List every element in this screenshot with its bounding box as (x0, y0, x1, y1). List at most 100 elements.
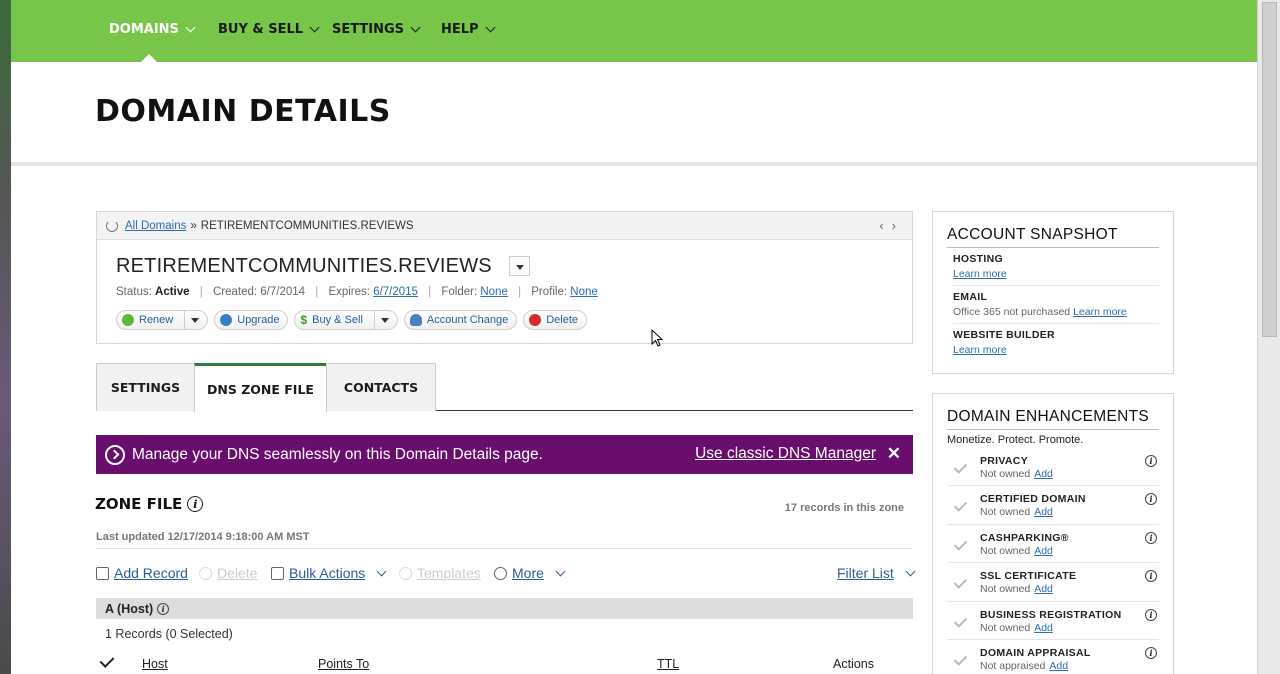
domain-enhancements-panel: DOMAIN ENHANCEMENTS Monetize. Protect. P… (932, 393, 1174, 674)
divider (96, 548, 913, 549)
classic-dns-manager-link[interactable]: Use classic DNS Manager (695, 445, 876, 463)
tab-dns-zone-file[interactable]: DNS ZONE FILE (194, 363, 327, 412)
upgrade-button[interactable]: Upgrade (214, 310, 289, 330)
scrollbar-thumb[interactable] (1262, 2, 1277, 337)
domain-enhancements-title: DOMAIN ENHANCEMENTS (947, 408, 1159, 430)
user-icon (409, 314, 422, 326)
status-value: Active (155, 286, 190, 298)
certified-domain-add-link[interactable]: Add (1034, 506, 1053, 518)
domain-name: RETIREMENTCOMMUNITIES.REVIEWS (116, 255, 492, 277)
enhancements-subtitle: Monetize. Protect. Promote. (947, 434, 1084, 446)
chevron-down-icon (185, 22, 196, 33)
delete-records-button[interactable]: Delete (199, 565, 257, 581)
filter-list-button[interactable]: Filter List (837, 565, 916, 581)
snapshot-website-builder: WEBSITE BUILDER Learn more (953, 329, 1055, 356)
select-all-check-icon[interactable] (99, 653, 115, 668)
records-selected: 1 Records (0 Selected) (105, 627, 233, 641)
records-count: 17 records in this zone (784, 502, 904, 514)
ssl-certificate-add-link[interactable]: Add (1034, 583, 1053, 595)
breadcrumb: All Domains » RETIREMENTCOMMUNITIES.REVI… (97, 212, 912, 240)
enhancement-privacy: PRIVACY Not owned Add i (947, 448, 1159, 487)
breadcrumb-all-domains[interactable]: All Domains (125, 220, 186, 232)
nav-buy-sell[interactable]: BUY & SELL (218, 22, 320, 37)
created-date: 6/7/2014 (260, 286, 306, 298)
more-button[interactable]: More (494, 565, 566, 581)
domain-actions: Renew Upgrade $ Buy & Sell Account Chang… (116, 310, 588, 330)
dollar-icon: $ (300, 313, 308, 327)
dns-info-banner: Manage your DNS seamlessly on this Domai… (96, 435, 913, 474)
account-change-button[interactable]: Account Change (403, 310, 518, 330)
add-record-button[interactable]: Add Record (96, 565, 188, 581)
check-icon (953, 537, 968, 551)
info-icon[interactable]: i (187, 496, 204, 512)
info-icon[interactable]: i (1145, 646, 1157, 659)
last-updated: Last updated 12/17/2014 9:18:00 AM MST (96, 531, 310, 543)
banner-message: Manage your DNS seamlessly on this Domai… (132, 445, 543, 463)
chevron-down-icon (905, 566, 916, 576)
desktop-background-strip (0, 0, 11, 674)
delete-icon (199, 566, 212, 580)
enhancement-certified-domain: CERTIFIED DOMAIN Not owned Add i (947, 486, 1159, 525)
renew-button[interactable]: Renew (116, 310, 209, 330)
business-registration-add-link[interactable]: Add (1034, 622, 1053, 634)
enhancement-cashparking: CASHPARKING® Not owned Add i (947, 525, 1159, 564)
info-icon[interactable]: i (1145, 570, 1157, 583)
check-icon (953, 652, 968, 666)
domain-appraisal-add-link[interactable]: Add (1049, 660, 1068, 672)
check-icon (953, 498, 968, 513)
website-builder-learn-more-link[interactable]: Learn more (953, 344, 1007, 356)
info-icon[interactable]: i (157, 602, 170, 615)
snapshot-email: EMAIL Office 365 not purchased Learn mor… (953, 286, 1159, 324)
info-icon[interactable]: i (1145, 455, 1157, 467)
domain-dropdown-button[interactable] (509, 256, 530, 276)
column-ttl[interactable]: TTL (657, 657, 679, 671)
bulk-actions-button[interactable]: Bulk Actions (271, 565, 387, 581)
buy-sell-dropdown-icon[interactable] (373, 311, 389, 329)
snapshot-hosting: HOSTING Learn more (953, 248, 1159, 286)
cashparking-add-link[interactable]: Add (1034, 545, 1053, 557)
column-points-to[interactable]: Points To (318, 657, 369, 671)
enhancement-ssl-certificate: SSL CERTIFICATE Not owned Add i (947, 563, 1159, 602)
column-host[interactable]: Host (142, 657, 168, 671)
nav-help[interactable]: HELP (441, 22, 496, 37)
delete-button[interactable]: Delete (523, 310, 588, 330)
info-icon[interactable]: i (1145, 531, 1157, 544)
templates-button[interactable]: Templates (399, 565, 481, 581)
hosting-learn-more-link[interactable]: Learn more (953, 268, 1007, 280)
vertical-scrollbar[interactable] (1257, 0, 1280, 674)
chevron-down-icon (376, 566, 387, 576)
expires-date-link[interactable]: 6/7/2015 (373, 286, 418, 298)
chevron-down-icon (485, 22, 496, 33)
zone-toolbar: Add Record Delete Bulk Actions Templates… (96, 565, 916, 583)
check-icon (953, 575, 968, 589)
email-learn-more-link[interactable]: Learn more (1073, 306, 1127, 318)
check-icon (953, 460, 968, 474)
folder-link[interactable]: None (480, 286, 508, 298)
plus-circle-icon (122, 314, 134, 326)
privacy-add-link[interactable]: Add (1034, 468, 1053, 480)
refresh-icon[interactable] (106, 219, 118, 232)
renew-dropdown-icon[interactable] (184, 311, 199, 329)
enhancement-domain-appraisal: DOMAIN APPRAISAL Not appraised Add i (947, 640, 1159, 674)
mouse-cursor-icon (651, 329, 663, 347)
nav-settings[interactable]: SETTINGS (332, 22, 421, 37)
upgrade-icon (220, 314, 233, 326)
enhancement-business-registration: BUSINESS REGISTRATION Not owned Add i (947, 602, 1159, 640)
buy-sell-button[interactable]: $ Buy & Sell (294, 310, 398, 330)
top-navigation: DOMAINS BUY & SELL SETTINGS HELP (11, 0, 1257, 63)
account-snapshot-panel: ACCOUNT SNAPSHOT HOSTING Learn more EMAI… (932, 211, 1174, 374)
close-icon[interactable]: ✕ (887, 444, 901, 464)
tab-settings[interactable]: SETTINGS (96, 363, 195, 411)
templates-icon (399, 566, 412, 580)
profile-link[interactable]: None (570, 286, 598, 298)
tab-contacts[interactable]: CONTACTS (326, 363, 436, 411)
a-host-section-header[interactable]: A (Host) i (96, 598, 913, 619)
info-icon[interactable]: i (1145, 608, 1157, 621)
prev-next-arrows-icon[interactable]: ‹› (879, 218, 904, 233)
info-icon[interactable]: i (1145, 493, 1157, 506)
nav-domains[interactable]: DOMAINS (109, 22, 196, 37)
add-document-icon (96, 566, 109, 580)
arrow-circle-icon (105, 444, 125, 465)
domain-status-line: Status: Active | Created: 6/7/2014 | Exp… (116, 286, 598, 298)
page-title: DOMAIN DETAILS (95, 94, 391, 129)
